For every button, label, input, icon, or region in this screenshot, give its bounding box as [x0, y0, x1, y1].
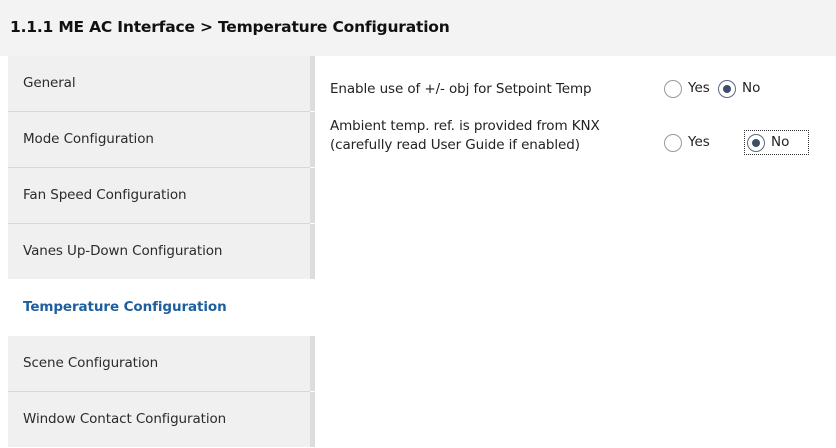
param-setpoint-obj-no-radio[interactable] [718, 80, 736, 98]
sidebar-item-label: Window Contact Configuration [23, 411, 227, 427]
sidebar-item-label: Fan Speed Configuration [23, 187, 187, 203]
param-ambient-temp-label-line2: (carefully read User Guide if enabled) [330, 137, 580, 153]
sidebar-item-general[interactable]: General [8, 56, 315, 111]
sidebar-item-label: General [23, 75, 76, 91]
sidebar-item-label: Scene Configuration [23, 355, 159, 371]
sidebar-item-scene-configuration[interactable]: Scene Configuration [8, 336, 315, 391]
param-setpoint-obj-yes-radio[interactable] [664, 80, 682, 98]
sidebar-item-mode-configuration[interactable]: Mode Configuration [8, 112, 315, 167]
sidebar: General Mode Configuration Fan Speed Con… [8, 56, 315, 448]
radio-label-no: No [742, 80, 761, 96]
param-setpoint-obj-label: Enable use of +/- obj for Setpoint Temp [330, 81, 592, 97]
sidebar-item-fan-speed-configuration[interactable]: Fan Speed Configuration [8, 168, 315, 223]
radio-label-yes: Yes [688, 80, 710, 96]
sidebar-item-label: Mode Configuration [23, 131, 154, 147]
param-ambient-temp-no-radio[interactable] [747, 134, 765, 152]
sidebar-item-label: Vanes Up-Down Configuration [23, 243, 223, 259]
sidebar-item-label: Temperature Configuration [23, 299, 227, 315]
radio-label-yes: Yes [688, 134, 710, 150]
sidebar-item-vanes-up-down-configuration[interactable]: Vanes Up-Down Configuration [8, 224, 315, 279]
sidebar-item-window-contact-configuration[interactable]: Window Contact Configuration [8, 392, 315, 447]
radio-label-no: No [771, 134, 790, 150]
param-ambient-temp-label-line1: Ambient temp. ref. is provided from KNX [330, 118, 600, 134]
page-title: 1.1.1 ME AC Interface > Temperature Conf… [10, 18, 450, 36]
param-ambient-temp-yes-radio[interactable] [664, 134, 682, 152]
parameter-panel: Enable use of +/- obj for Setpoint Temp … [315, 56, 836, 448]
window-header: 1.1.1 ME AC Interface > Temperature Conf… [0, 0, 836, 56]
sidebar-item-temperature-configuration[interactable]: Temperature Configuration [8, 280, 315, 335]
